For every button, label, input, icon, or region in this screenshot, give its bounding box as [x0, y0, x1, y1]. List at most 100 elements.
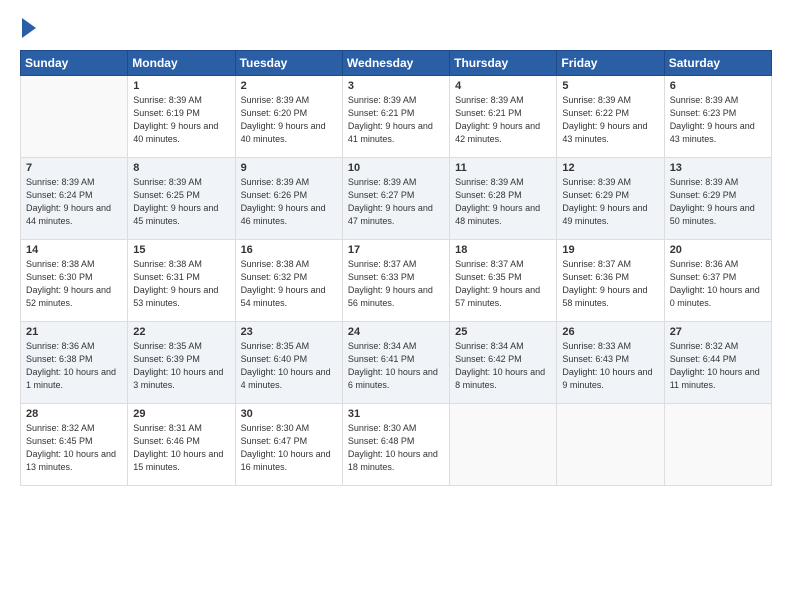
calendar-header-sunday: Sunday — [21, 51, 128, 76]
day-number: 13 — [670, 162, 766, 174]
day-number: 10 — [348, 162, 444, 174]
day-details: Sunrise: 8:39 AMSunset: 6:20 PMDaylight:… — [241, 94, 337, 146]
calendar-cell: 26 Sunrise: 8:33 AMSunset: 6:43 PMDayligh… — [557, 322, 664, 404]
calendar-cell: 5 Sunrise: 8:39 AMSunset: 6:22 PMDaylight… — [557, 76, 664, 158]
day-number: 17 — [348, 244, 444, 256]
calendar-header-tuesday: Tuesday — [235, 51, 342, 76]
day-details: Sunrise: 8:39 AMSunset: 6:19 PMDaylight:… — [133, 94, 229, 146]
calendar-cell: 7 Sunrise: 8:39 AMSunset: 6:24 PMDaylight… — [21, 158, 128, 240]
day-details: Sunrise: 8:38 AMSunset: 6:32 PMDaylight:… — [241, 258, 337, 310]
day-number: 19 — [562, 244, 658, 256]
calendar-week-2: 14 Sunrise: 8:38 AMSunset: 6:30 PMDayligh… — [21, 240, 772, 322]
day-details: Sunrise: 8:37 AMSunset: 6:33 PMDaylight:… — [348, 258, 444, 310]
day-number: 30 — [241, 408, 337, 420]
day-details: Sunrise: 8:39 AMSunset: 6:26 PMDaylight:… — [241, 176, 337, 228]
calendar-cell: 17 Sunrise: 8:37 AMSunset: 6:33 PMDayligh… — [342, 240, 449, 322]
calendar-cell: 18 Sunrise: 8:37 AMSunset: 6:35 PMDayligh… — [450, 240, 557, 322]
calendar-week-4: 28 Sunrise: 8:32 AMSunset: 6:45 PMDayligh… — [21, 404, 772, 486]
day-number: 9 — [241, 162, 337, 174]
logo — [20, 20, 36, 38]
calendar-week-0: 1 Sunrise: 8:39 AMSunset: 6:19 PMDaylight… — [21, 76, 772, 158]
day-details: Sunrise: 8:39 AMSunset: 6:24 PMDaylight:… — [26, 176, 122, 228]
calendar-cell: 13 Sunrise: 8:39 AMSunset: 6:29 PMDayligh… — [664, 158, 771, 240]
header — [20, 20, 772, 38]
day-details: Sunrise: 8:38 AMSunset: 6:31 PMDaylight:… — [133, 258, 229, 310]
day-number: 31 — [348, 408, 444, 420]
calendar-header-monday: Monday — [128, 51, 235, 76]
calendar-table: SundayMondayTuesdayWednesdayThursdayFrid… — [20, 50, 772, 486]
day-number: 23 — [241, 326, 337, 338]
day-number: 28 — [26, 408, 122, 420]
day-details: Sunrise: 8:39 AMSunset: 6:23 PMDaylight:… — [670, 94, 766, 146]
calendar-cell: 27 Sunrise: 8:32 AMSunset: 6:44 PMDayligh… — [664, 322, 771, 404]
day-details: Sunrise: 8:39 AMSunset: 6:28 PMDaylight:… — [455, 176, 551, 228]
calendar-cell — [664, 404, 771, 486]
calendar-header-saturday: Saturday — [664, 51, 771, 76]
calendar-cell: 2 Sunrise: 8:39 AMSunset: 6:20 PMDaylight… — [235, 76, 342, 158]
day-number: 24 — [348, 326, 444, 338]
day-number: 2 — [241, 80, 337, 92]
page: SundayMondayTuesdayWednesdayThursdayFrid… — [0, 0, 792, 612]
calendar-cell: 31 Sunrise: 8:30 AMSunset: 6:48 PMDayligh… — [342, 404, 449, 486]
day-details: Sunrise: 8:39 AMSunset: 6:22 PMDaylight:… — [562, 94, 658, 146]
day-details: Sunrise: 8:37 AMSunset: 6:35 PMDaylight:… — [455, 258, 551, 310]
day-number: 29 — [133, 408, 229, 420]
day-number: 4 — [455, 80, 551, 92]
day-details: Sunrise: 8:39 AMSunset: 6:29 PMDaylight:… — [670, 176, 766, 228]
calendar-cell: 12Sunrise: 8:39 AMSunset: 6:29 PMDayligh… — [557, 158, 664, 240]
calendar-cell: 24 Sunrise: 8:34 AMSunset: 6:41 PMDayligh… — [342, 322, 449, 404]
day-number: 25 — [455, 326, 551, 338]
calendar-header-thursday: Thursday — [450, 51, 557, 76]
day-details: Sunrise: 8:32 AMSunset: 6:45 PMDaylight:… — [26, 422, 122, 474]
day-details: Sunrise: 8:39 AMSunset: 6:27 PMDaylight:… — [348, 176, 444, 228]
day-number: 6 — [670, 80, 766, 92]
day-details: Sunrise: 8:33 AMSunset: 6:43 PMDaylight:… — [562, 340, 658, 392]
day-number: 21 — [26, 326, 122, 338]
calendar-cell — [21, 76, 128, 158]
calendar-cell — [557, 404, 664, 486]
day-number: 11 — [455, 162, 551, 174]
day-number: 22 — [133, 326, 229, 338]
day-details: Sunrise: 8:37 AMSunset: 6:36 PMDaylight:… — [562, 258, 658, 310]
day-details: Sunrise: 8:30 AMSunset: 6:48 PMDaylight:… — [348, 422, 444, 474]
calendar-cell: 3Sunrise: 8:39 AMSunset: 6:21 PMDaylight… — [342, 76, 449, 158]
day-details: Sunrise: 8:35 AMSunset: 6:39 PMDaylight:… — [133, 340, 229, 392]
logo-arrow-icon — [22, 18, 36, 38]
day-number: 1 — [133, 80, 229, 92]
calendar-cell: 15 Sunrise: 8:38 AMSunset: 6:31 PMDayligh… — [128, 240, 235, 322]
header-row: SundayMondayTuesdayWednesdayThursdayFrid… — [21, 51, 772, 76]
calendar-cell: 10 Sunrise: 8:39 AMSunset: 6:27 PMDayligh… — [342, 158, 449, 240]
day-details: Sunrise: 8:39 AMSunset: 6:21 PMDaylight:… — [348, 94, 444, 146]
calendar-cell: 1 Sunrise: 8:39 AMSunset: 6:19 PMDaylight… — [128, 76, 235, 158]
day-number: 7 — [26, 162, 122, 174]
calendar-header-wednesday: Wednesday — [342, 51, 449, 76]
calendar-cell: 16Sunrise: 8:38 AMSunset: 6:32 PMDayligh… — [235, 240, 342, 322]
day-number: 14 — [26, 244, 122, 256]
calendar-cell: 25 Sunrise: 8:34 AMSunset: 6:42 PMDayligh… — [450, 322, 557, 404]
calendar-cell: 29 Sunrise: 8:31 AMSunset: 6:46 PMDayligh… — [128, 404, 235, 486]
calendar-cell: 19 Sunrise: 8:37 AMSunset: 6:36 PMDayligh… — [557, 240, 664, 322]
day-details: Sunrise: 8:32 AMSunset: 6:44 PMDaylight:… — [670, 340, 766, 392]
day-number: 27 — [670, 326, 766, 338]
day-number: 20 — [670, 244, 766, 256]
calendar-cell: 6 Sunrise: 8:39 AMSunset: 6:23 PMDaylight… — [664, 76, 771, 158]
calendar-cell: 14 Sunrise: 8:38 AMSunset: 6:30 PMDayligh… — [21, 240, 128, 322]
day-details: Sunrise: 8:38 AMSunset: 6:30 PMDaylight:… — [26, 258, 122, 310]
day-number: 8 — [133, 162, 229, 174]
day-number: 5 — [562, 80, 658, 92]
day-details: Sunrise: 8:34 AMSunset: 6:42 PMDaylight:… — [455, 340, 551, 392]
day-details: Sunrise: 8:39 AMSunset: 6:25 PMDaylight:… — [133, 176, 229, 228]
day-details: Sunrise: 8:31 AMSunset: 6:46 PMDaylight:… — [133, 422, 229, 474]
calendar-cell: 23 Sunrise: 8:35 AMSunset: 6:40 PMDayligh… — [235, 322, 342, 404]
calendar-header-friday: Friday — [557, 51, 664, 76]
day-details: Sunrise: 8:30 AMSunset: 6:47 PMDaylight:… — [241, 422, 337, 474]
day-number: 18 — [455, 244, 551, 256]
day-number: 26 — [562, 326, 658, 338]
calendar-week-1: 7 Sunrise: 8:39 AMSunset: 6:24 PMDaylight… — [21, 158, 772, 240]
calendar-cell: 28 Sunrise: 8:32 AMSunset: 6:45 PMDayligh… — [21, 404, 128, 486]
day-number: 15 — [133, 244, 229, 256]
day-number: 12 — [562, 162, 658, 174]
day-details: Sunrise: 8:36 AMSunset: 6:38 PMDaylight:… — [26, 340, 122, 392]
day-details: Sunrise: 8:35 AMSunset: 6:40 PMDaylight:… — [241, 340, 337, 392]
day-details: Sunrise: 8:34 AMSunset: 6:41 PMDaylight:… — [348, 340, 444, 392]
